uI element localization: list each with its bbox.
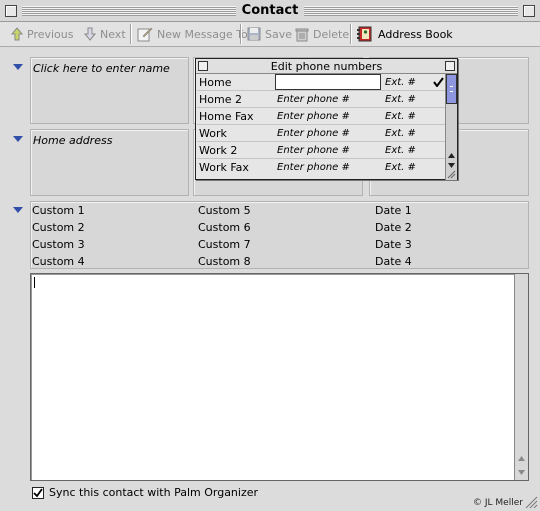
phone-label: Work 2 <box>199 144 238 157</box>
notes-textarea[interactable] <box>30 273 529 481</box>
phone-label: Work Fax <box>199 161 249 174</box>
save-button[interactable]: Save <box>247 25 292 43</box>
name-placeholder: Click here to enter name <box>33 62 170 75</box>
scroll-up-arrow-icon[interactable] <box>447 151 456 160</box>
sync-checkbox-row[interactable]: Sync this contact with Palm Organizer <box>32 486 258 499</box>
date-field-label[interactable]: Date 4 <box>375 255 412 268</box>
sync-checkbox[interactable] <box>32 486 44 499</box>
phone-input[interactable]: Enter phone # <box>277 111 350 122</box>
custom-field-label[interactable]: Custom 8 <box>198 255 251 268</box>
custom-field-label[interactable]: Custom 3 <box>32 238 85 251</box>
up-arrow-icon <box>11 27 23 41</box>
text-cursor <box>34 277 35 288</box>
scroll-down-arrow-icon[interactable] <box>447 161 456 170</box>
phone-input[interactable]: Enter phone # <box>277 145 350 156</box>
phone-row-work-fax[interactable]: Work Fax Enter phone # Ext. # <box>197 159 445 176</box>
popup-zoom-box-icon[interactable] <box>445 61 455 71</box>
ext-field[interactable]: Ext. # <box>385 145 416 156</box>
toolbar-separator <box>350 24 351 44</box>
custom-field-label[interactable]: Custom 1 <box>32 204 85 217</box>
sync-label: Sync this contact with Palm Organizer <box>49 486 259 499</box>
phone-input[interactable]: Enter phone # <box>277 162 350 173</box>
window-resize-grip-icon[interactable] <box>524 495 538 509</box>
toolbar-separator <box>240 24 241 44</box>
notes-scrollbar[interactable] <box>514 274 528 480</box>
next-label: Next <box>100 27 126 41</box>
phone-row-home-fax[interactable]: Home Fax Enter phone # Ext. # <box>197 108 445 125</box>
custom-fields-panel: Custom 1 Custom 2 Custom 3 Custom 4 Cust… <box>30 201 529 269</box>
down-arrow-icon <box>84 27 96 41</box>
address-book-icon <box>357 26 372 42</box>
phone-row-home2[interactable]: Home 2 Enter phone # Ext. # <box>197 91 445 108</box>
address-book-label: Address Book <box>378 27 453 41</box>
address-disclosure-triangle-icon[interactable] <box>13 136 23 142</box>
delete-label: Delete <box>313 27 350 41</box>
date-field-label[interactable]: Date 1 <box>375 204 412 217</box>
phone-label: Home 2 <box>199 93 242 106</box>
custom-field-label[interactable]: Custom 4 <box>32 255 85 268</box>
checkmark-icon <box>33 487 43 497</box>
toolbar: Previous Next New Message To Save Delete… <box>0 22 540 47</box>
scrollbar-thumb[interactable] <box>446 74 457 104</box>
previous-button[interactable]: Previous <box>11 25 74 43</box>
date-field-label[interactable]: Date 3 <box>375 238 412 251</box>
credit-text: © JL Meller <box>473 498 523 508</box>
ext-field[interactable]: Ext. # <box>385 111 416 122</box>
scroll-down-arrow-icon[interactable] <box>517 468 526 477</box>
address-book-button[interactable]: Address Book <box>357 25 453 43</box>
checkmark-icon[interactable] <box>433 77 444 87</box>
phone-label: Home <box>199 76 232 89</box>
phone-numbers-popup: Edit phone numbers Home Ext. # Home 2 En… <box>195 58 458 180</box>
name-panel[interactable]: Click here to enter name <box>30 57 189 124</box>
new-message-icon <box>137 27 153 42</box>
zoom-box-icon[interactable] <box>523 5 535 17</box>
popup-close-box-icon[interactable] <box>198 61 208 71</box>
ext-field[interactable]: Ext. # <box>385 77 416 88</box>
custom-field-label[interactable]: Custom 7 <box>198 238 251 251</box>
custom-field-label[interactable]: Custom 6 <box>198 221 251 234</box>
scroll-up-arrow-icon[interactable] <box>517 454 526 463</box>
title-bar[interactable]: Contact <box>0 0 540 22</box>
ext-field[interactable]: Ext. # <box>385 128 416 139</box>
phone-row-work[interactable]: Work Enter phone # Ext. # <box>197 125 445 142</box>
custom-field-label[interactable]: Custom 2 <box>32 221 85 234</box>
phone-label: Work <box>199 127 227 140</box>
custom-fields-disclosure-triangle-icon[interactable] <box>13 207 23 213</box>
phone-row-work2[interactable]: Work 2 Enter phone # Ext. # <box>197 142 445 159</box>
trash-icon <box>295 28 309 41</box>
custom-field-label[interactable]: Custom 5 <box>198 204 251 217</box>
phone-input[interactable]: Enter phone # <box>277 94 350 105</box>
next-button[interactable]: Next <box>84 25 126 43</box>
phone-row-home[interactable]: Home Ext. # <box>197 74 445 91</box>
previous-label: Previous <box>27 27 74 41</box>
new-message-button[interactable]: New Message To <box>137 25 248 43</box>
save-label: Save <box>265 27 293 41</box>
phone-input[interactable]: Enter phone # <box>277 128 350 139</box>
phone-input[interactable] <box>275 74 381 90</box>
address-panel[interactable]: Home address <box>30 129 189 196</box>
popup-title: Edit phone numbers <box>270 60 383 73</box>
window-title: Contact <box>235 3 305 18</box>
ext-field[interactable]: Ext. # <box>385 94 416 105</box>
resize-grip-icon[interactable] <box>447 170 456 179</box>
popup-scrollbar[interactable] <box>445 74 457 180</box>
phone-label: Home Fax <box>199 110 254 123</box>
ext-field[interactable]: Ext. # <box>385 162 416 173</box>
date-field-label[interactable]: Date 2 <box>375 221 412 234</box>
toolbar-separator <box>130 24 131 44</box>
address-placeholder: Home address <box>33 134 113 147</box>
delete-button[interactable]: Delete <box>295 25 349 43</box>
name-disclosure-triangle-icon[interactable] <box>13 64 23 70</box>
floppy-disk-icon <box>247 27 261 41</box>
new-message-label: New Message To <box>157 27 248 41</box>
